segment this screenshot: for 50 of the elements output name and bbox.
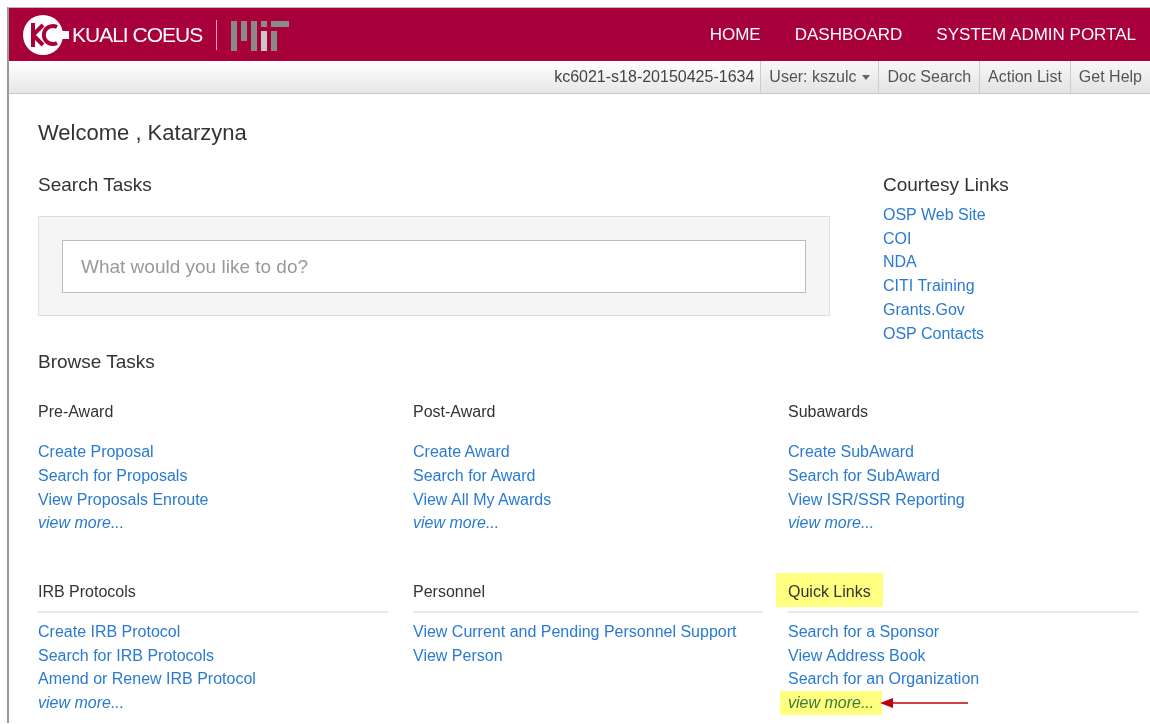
- task-link[interactable]: Search for a Sponsor: [788, 620, 940, 644]
- task-link[interactable]: View All My Awards: [413, 487, 552, 512]
- task-link[interactable]: Search for Award: [413, 463, 536, 488]
- task-link[interactable]: Search for an Organization: [788, 667, 980, 692]
- task-link[interactable]: View Person: [413, 643, 503, 668]
- courtesy-link[interactable]: NDA: [883, 250, 1150, 275]
- section-title: Subawards: [787, 402, 870, 423]
- caret-icon: [862, 74, 871, 80]
- brand-name: KUALI COEUS: [72, 22, 203, 47]
- section-heading: Browse Tasks: [38, 351, 156, 374]
- user-menu[interactable]: User: kszulc: [760, 61, 879, 93]
- nav-link[interactable]: SYSTEM ADMIN PORTAL: [919, 24, 1150, 45]
- section-title: Pre-Award: [37, 402, 115, 423]
- section-heading: Courtesy Links: [883, 174, 1010, 196]
- nav-link[interactable]: HOME: [692, 24, 778, 45]
- task-link[interactable]: Create Proposal: [38, 440, 154, 464]
- task-link[interactable]: Search for SubAward: [788, 463, 940, 488]
- courtesy-link[interactable]: OSP Contacts: [883, 321, 1150, 346]
- view-more-link[interactable]: view more...: [38, 691, 125, 715]
- task-link[interactable]: View Address Book: [788, 643, 926, 668]
- task-link[interactable]: View Proposals Enroute: [38, 487, 209, 512]
- section-title: Personnel: [412, 582, 487, 603]
- section-heading: Search Tasks: [38, 174, 153, 196]
- task-link[interactable]: Create IRB Protocol: [38, 620, 181, 644]
- task-link[interactable]: Create SubAward: [788, 440, 914, 464]
- task-link[interactable]: View Current and Pending Personnel Support: [413, 620, 737, 644]
- view-more-link[interactable]: view more...: [788, 511, 875, 536]
- courtesy-link[interactable]: OSP Web Site: [883, 203, 1150, 227]
- task-link[interactable]: Search for IRB Protocols: [38, 643, 215, 668]
- task-link[interactable]: Search for Proposals: [38, 463, 188, 488]
- section-title: IRB Protocols: [37, 582, 137, 603]
- view-more-link[interactable]: view more...: [780, 691, 883, 715]
- task-link[interactable]: Amend or Renew IRB Protocol: [38, 667, 256, 692]
- environment-label: kc6021-s18-20150425-1634: [554, 68, 756, 86]
- toolbar-button[interactable]: Get Help: [1069, 61, 1150, 93]
- view-more-link[interactable]: view more...: [413, 511, 500, 536]
- courtesy-link[interactable]: CITI Training: [883, 274, 1150, 298]
- toolbar-button[interactable]: Doc Search: [878, 61, 980, 93]
- mit-logo-icon: [231, 18, 290, 51]
- search-field[interactable]: What would you like to do?: [62, 240, 806, 293]
- courtesy-link[interactable]: COI: [883, 226, 1150, 251]
- section-title: Post-Award: [412, 402, 497, 423]
- task-link[interactable]: View ISR/SSR Reporting: [788, 487, 965, 512]
- task-link[interactable]: Create Award: [413, 440, 510, 464]
- section-title: Quick Links: [776, 573, 883, 608]
- welcome-heading: Welcome , Katarzyna: [38, 120, 248, 146]
- view-more-link[interactable]: view more...: [38, 511, 125, 536]
- nav-link[interactable]: DASHBOARD: [777, 24, 920, 45]
- toolbar-button[interactable]: Action List: [979, 61, 1070, 93]
- courtesy-link[interactable]: Grants.Gov: [883, 297, 1150, 322]
